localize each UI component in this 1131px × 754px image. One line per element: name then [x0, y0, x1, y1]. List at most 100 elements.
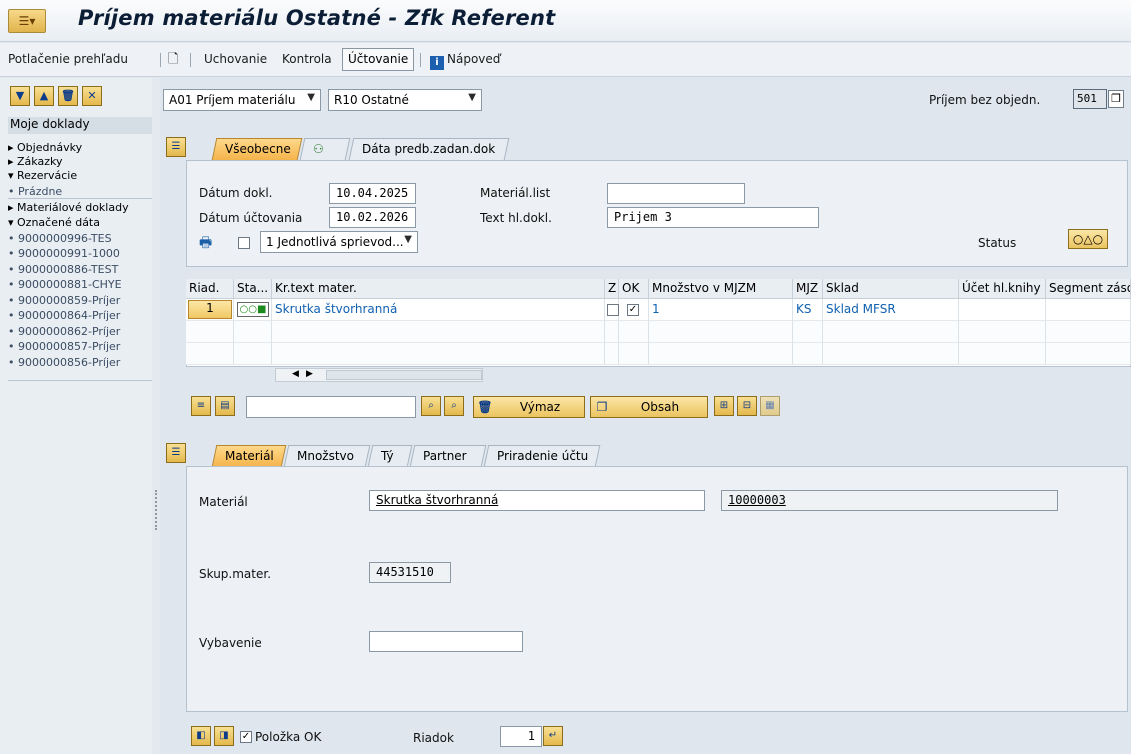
nav-marked-item[interactable]: • 9000000881-CHYE: [8, 277, 152, 292]
ok-checkbox[interactable]: ✓: [627, 304, 639, 316]
item-text-cell[interactable]: Skrutka štvorhranná: [272, 302, 602, 316]
line-number-button[interactable]: 1: [188, 300, 232, 319]
overview-toggle-button[interactable]: Potlačenie prehľadu: [8, 52, 128, 66]
reference-dropdown[interactable]: R10 Ostatné ▼: [328, 89, 482, 111]
nav-marked-item[interactable]: • 9000000886-TEST: [8, 262, 152, 277]
uom-cell[interactable]: KS: [793, 302, 823, 316]
grid-cell[interactable]: [1046, 299, 1131, 321]
quantity-cell[interactable]: 1: [649, 302, 789, 316]
tab-material[interactable]: Materiál: [211, 445, 287, 467]
splitter-grip-icon[interactable]: [155, 490, 157, 530]
transaction-dropdown[interactable]: A01 Príjem materiálu ▼: [163, 89, 321, 111]
hold-button[interactable]: Uchovanie: [204, 52, 267, 66]
delete-label: Výmaz: [519, 400, 561, 414]
nav-marked-item[interactable]: • 9000000996-TES: [8, 231, 152, 246]
line-label: Riadok: [413, 731, 454, 745]
tab-account-assignment[interactable]: Priradenie účtu: [483, 445, 601, 467]
nav-item[interactable]: ▾ Rezervácie: [8, 168, 152, 183]
details-icon[interactable]: ▦: [760, 396, 780, 416]
movement-type-field[interactable]: 501: [1073, 89, 1107, 109]
nav-marked-item[interactable]: • 9000000991-1000: [8, 246, 152, 261]
previous-item-icon[interactable]: ◧: [191, 726, 211, 746]
tab-ty[interactable]: Tý: [367, 445, 413, 467]
nav-marked-item[interactable]: • 9000000864-Príjer: [8, 308, 152, 323]
printer-icon[interactable]: 🖶: [199, 232, 212, 256]
nav-marked-item[interactable]: • 9000000859-Príjer: [8, 293, 152, 308]
nav-item[interactable]: ▸ Materiálové doklady: [8, 200, 152, 215]
grid-horizontal-scrollbar[interactable]: ◀ ▶: [275, 368, 483, 382]
splitter[interactable]: [152, 78, 160, 754]
tab-partner[interactable]: Partner: [409, 445, 487, 467]
scroll-left-icon[interactable]: ◀: [292, 369, 299, 379]
content-button[interactable]: ❐ Obsah: [590, 396, 708, 418]
expand-icon[interactable]: ⊞: [714, 396, 734, 416]
doc-date-field[interactable]: 10.04.2025: [329, 183, 416, 204]
copy-icon[interactable]: ❐: [1108, 90, 1124, 108]
post-button[interactable]: Účtovanie: [342, 48, 415, 71]
grid-column-header[interactable]: OK: [619, 279, 649, 299]
material-name-field[interactable]: Skrutka štvorhranná: [369, 490, 705, 511]
tab-general[interactable]: Všeobecne: [211, 138, 303, 160]
nav-item[interactable]: ▾ Označené dáta: [8, 215, 152, 230]
grid-cell[interactable]: [959, 299, 1046, 321]
grid-column-header[interactable]: Sta...: [234, 279, 272, 299]
tab-list-icon[interactable]: ☰: [166, 137, 186, 157]
check-button[interactable]: Kontrola: [282, 52, 332, 66]
hierarchy-icon[interactable]: ⊟: [737, 396, 757, 416]
select-all-icon[interactable]: ≡: [191, 396, 211, 416]
grid-column-header[interactable]: Množstvo v MJZM: [649, 279, 793, 299]
nav-item[interactable]: ▸ Objednávky: [8, 140, 152, 155]
post-date-field[interactable]: 10.02.2026: [329, 207, 416, 228]
menu-icon[interactable]: ☰▾: [8, 9, 46, 33]
help-label: Nápoveď: [447, 52, 501, 66]
find-next-icon[interactable]: ⌕: [444, 396, 464, 416]
go-to-line-icon[interactable]: ↵: [543, 726, 563, 746]
grid-column-header[interactable]: Kr.text mater.: [272, 279, 605, 299]
grid-column-header[interactable]: Riad.: [186, 279, 234, 299]
collapse-all-icon[interactable]: ▲: [34, 86, 54, 106]
application-toolbar: Potlačenie prehľadu 🗋 Uchovanie Kontrola…: [0, 43, 1131, 77]
storage-location-cell[interactable]: Sklad MFSR: [823, 302, 957, 316]
new-document-icon[interactable]: 🗋: [168, 50, 178, 72]
filter-icon[interactable]: ▤: [215, 396, 235, 416]
material-group-field: 44531510: [369, 562, 451, 583]
scroll-right-icon[interactable]: ▶: [306, 369, 313, 379]
tab-list-icon[interactable]: ☰: [166, 443, 186, 463]
grid-column-header[interactable]: Segment zásob: [1046, 279, 1131, 299]
nav-marked-item[interactable]: • 9000000857-Príjer: [8, 339, 152, 354]
people-icon: ⚇: [313, 142, 324, 156]
binoculars-icon[interactable]: ⌕: [421, 396, 441, 416]
grid-search-field[interactable]: [246, 396, 416, 418]
grid-column-header[interactable]: MJZ: [793, 279, 823, 299]
delete-item-button[interactable]: 🗑 Výmaz: [473, 396, 585, 418]
print-option-dropdown[interactable]: 1 Jednotlivá sprievod... ▼: [260, 231, 418, 253]
tab-predefined-data[interactable]: Dáta predb.zadan.dok: [348, 138, 510, 160]
status-traffic-light-icon[interactable]: ○△○: [1068, 229, 1108, 249]
slip-field[interactable]: [607, 183, 745, 204]
grid-cell: [234, 321, 272, 343]
toolbar-separator: [190, 53, 191, 67]
line-number-field[interactable]: 1: [500, 726, 542, 747]
nav-item[interactable]: ▸ Zákazky: [8, 154, 152, 169]
scroll-thumb[interactable]: [326, 370, 482, 380]
trash-icon[interactable]: 🗑: [58, 86, 78, 106]
equipment-field[interactable]: [369, 631, 523, 652]
item-ok-checkbox[interactable]: ✓: [240, 731, 252, 743]
tab-partners[interactable]: ⚇: [299, 138, 351, 160]
help-button[interactable]: i Nápoveď: [430, 52, 500, 70]
header-text-field[interactable]: Prijem 3: [607, 207, 819, 228]
grid-cell: [272, 321, 605, 343]
expand-all-icon[interactable]: ▼: [10, 86, 30, 106]
nav-marked-item[interactable]: • 9000000856-Príjer: [8, 355, 152, 370]
grid-column-header[interactable]: Sklad: [823, 279, 959, 299]
grid-column-header[interactable]: Účet hl.knihy: [959, 279, 1046, 299]
print-checkbox[interactable]: [238, 237, 250, 249]
next-item-icon[interactable]: ◨: [214, 726, 234, 746]
close-icon[interactable]: ✕: [82, 86, 102, 106]
grid-column-header[interactable]: Z: [605, 279, 619, 299]
doc-date-label: Dátum dokl.: [199, 186, 273, 200]
nav-item[interactable]: • Prázdne: [8, 184, 152, 199]
nav-marked-item[interactable]: • 9000000862-Príjer: [8, 324, 152, 339]
tab-quantity[interactable]: Množstvo: [283, 445, 371, 467]
z-checkbox[interactable]: [607, 304, 619, 316]
